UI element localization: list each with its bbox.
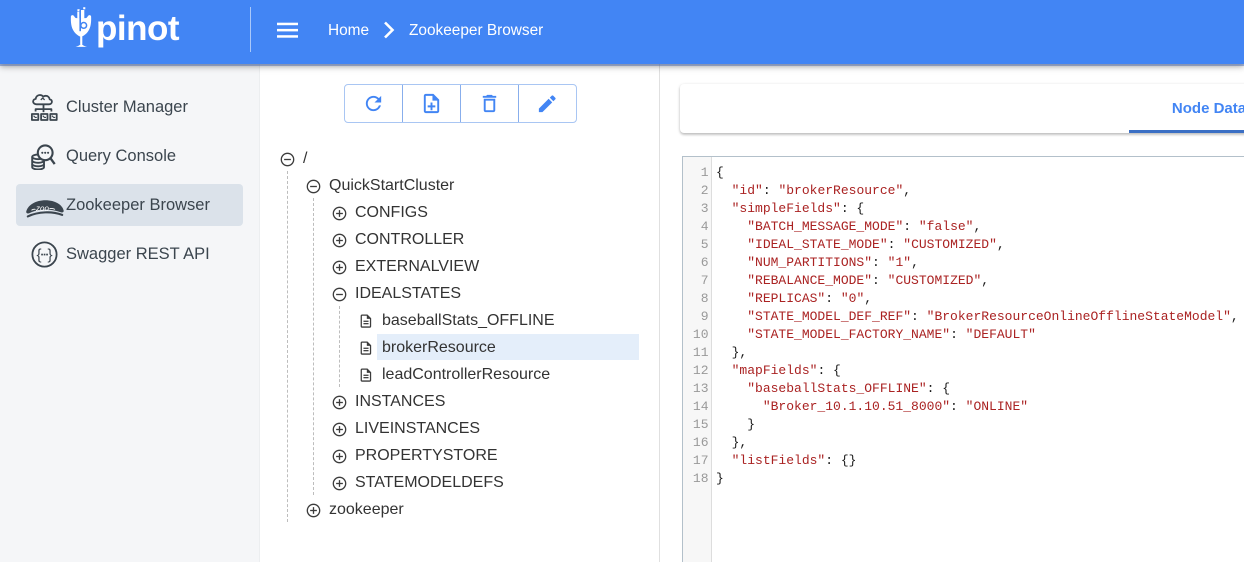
svg-text:zoo: zoo xyxy=(35,204,49,213)
svg-text:{: { xyxy=(36,246,41,263)
svg-text:}: } xyxy=(47,246,52,263)
